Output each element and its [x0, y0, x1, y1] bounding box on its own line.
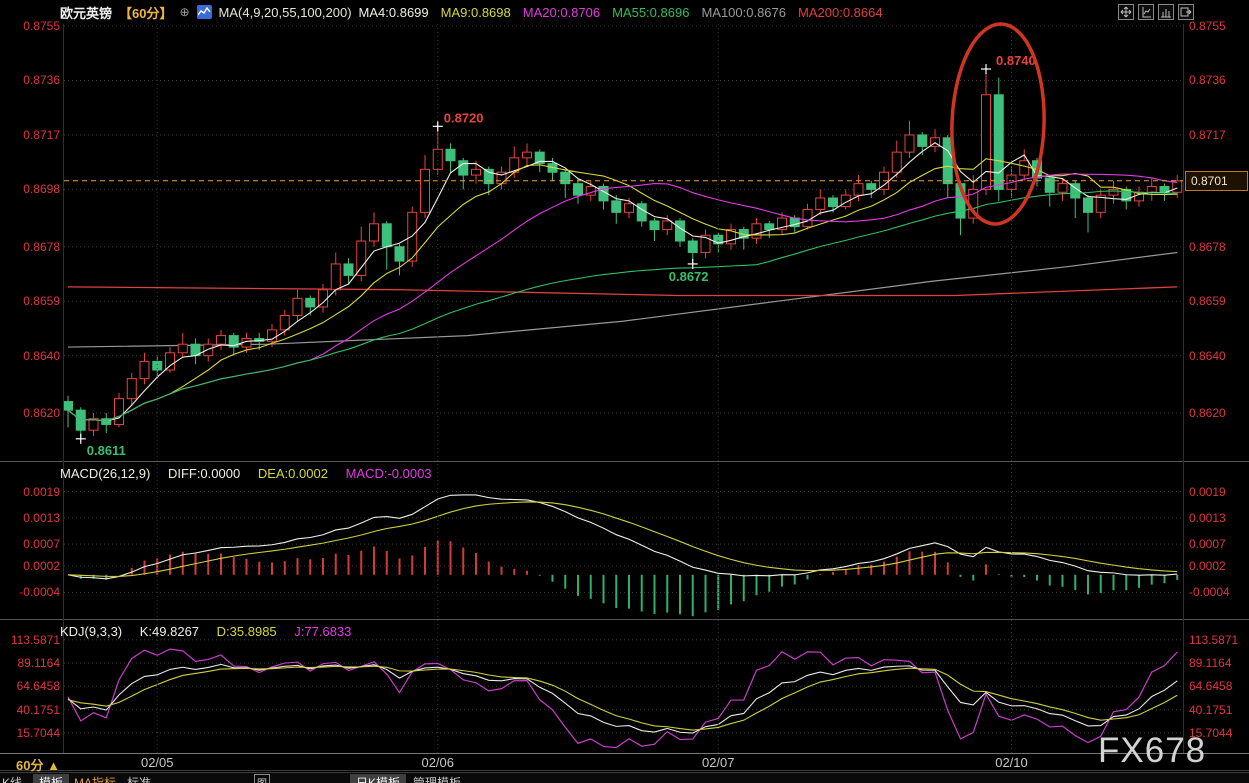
macd-title[interactable]: MACD(26,12,9) — [60, 466, 150, 481]
period-arrow-icon: ▲ — [47, 758, 60, 773]
svg-text:0.8672: 0.8672 — [669, 269, 709, 284]
x-axis-date-label: 02/06 — [421, 755, 454, 770]
y-axis-tick: 64.6458 — [2, 679, 60, 693]
y-axis-tick: -0.0004 — [1189, 585, 1247, 599]
y-axis-scale-icon[interactable] — [1138, 4, 1154, 20]
macd-macd-value: MACD:-0.0003 — [346, 466, 432, 481]
macd-header: MACD(26,12,9) DIFF:0.0000 DEA:0.0002 MAC… — [60, 466, 446, 481]
bottom-toolbar-item[interactable]: 模板 — [33, 774, 69, 783]
y-axis-tick: 15.7044 — [1189, 726, 1247, 740]
x-axis-date-label: 02/10 — [995, 755, 1028, 770]
svg-text:0.8611: 0.8611 — [87, 443, 126, 458]
y-axis-tick: 0.8717 — [2, 128, 60, 142]
ma-value-label: MA55:0.8696 — [612, 5, 689, 20]
move-chart-icon[interactable] — [1118, 4, 1134, 20]
y-axis-tick: 113.5871 — [2, 633, 60, 647]
kdj-header: KDJ(9,3,3) K:49.8267 D:35.8985 J:77.6833 — [60, 624, 365, 639]
y-axis-tick: 0.8678 — [2, 240, 60, 254]
y-axis-tick: 0.0002 — [2, 559, 60, 573]
y-axis-tick: 0.8620 — [1189, 406, 1247, 420]
y-axis-tick: 0.0002 — [1189, 559, 1247, 573]
bottom-toolbar[interactable]: K线 模板 MA指标 标准 图 日K模板管理模板 — [0, 772, 1249, 783]
svg-text:0.8740: 0.8740 — [996, 53, 1036, 68]
x-axis: 60分 ▲ 02/05 02/06 02/07 02/10 — [0, 755, 1249, 770]
ma-value-label: MA100:0.8676 — [701, 5, 786, 20]
y-axis-tick: 0.8755 — [1189, 19, 1247, 33]
kdj-k-value: K:49.8267 — [140, 624, 199, 639]
ma-value-label: MA20:0.8706 — [523, 5, 600, 20]
ma-value-label: MA4:0.8699 — [359, 5, 429, 20]
y-axis-tick: 0.0013 — [2, 511, 60, 525]
x-axis-date-label: 02/07 — [702, 755, 735, 770]
y-axis-tick: 0.8640 — [1189, 349, 1247, 363]
y-axis-tick: 0.8659 — [1189, 294, 1247, 308]
symbol-title: 欧元英镑 — [60, 3, 112, 22]
y-axis-tick: -0.0004 — [2, 585, 60, 599]
y-axis-tick: 113.5871 — [1189, 633, 1247, 647]
y-axis-tick: 40.1751 — [2, 703, 60, 717]
chart-type-icon[interactable] — [197, 5, 212, 19]
y-axis-tick: 0.8620 — [2, 406, 60, 420]
y-axis-tick: 0.0007 — [1189, 537, 1247, 551]
y-axis-tick: 0.0007 — [2, 537, 60, 551]
y-axis-tick: 0.0019 — [2, 485, 60, 499]
chart-header: 欧元英镑 【60分】 ⊕ MA(4,9,20,55,100,200) MA4:0… — [60, 3, 895, 21]
y-axis-tick: 0.8755 — [2, 19, 60, 33]
y-axis-tick: 0.8736 — [1189, 73, 1247, 87]
chart-toolbar — [1118, 4, 1194, 20]
y-axis-tick: 0.8717 — [1189, 128, 1247, 142]
period-selector[interactable]: 【60分】 — [119, 3, 172, 22]
y-axis-tick: 0.8678 — [1189, 240, 1247, 254]
current-price-box: 0.8701 — [1185, 171, 1248, 191]
kdj-d-value: D:35.8985 — [217, 624, 277, 639]
bottom-toolbar-item[interactable]: K线 — [2, 774, 22, 783]
y-axis-tick: 40.1751 — [1189, 703, 1247, 717]
bottom-toolbar-item[interactable]: 日K模板 — [350, 774, 406, 783]
x-axis-date-label: 02/05 — [141, 755, 174, 770]
y-axis-tick: 0.8698 — [2, 182, 60, 196]
kdj-j-value: J:77.6833 — [294, 624, 351, 639]
chart-canvas[interactable]: 0.8720 0.8740 0.8672 0.8611 — [0, 0, 1249, 783]
y-axis-tick: 64.6458 — [1189, 679, 1247, 693]
bottom-toolbar-item[interactable]: 标准 — [127, 774, 151, 783]
svg-text:0.8720: 0.8720 — [444, 110, 484, 125]
ma-value-label: MA9:0.8698 — [441, 5, 511, 20]
bottom-toolbar-item[interactable]: MA指标 — [74, 774, 116, 783]
kdj-title[interactable]: KDJ(9,3,3) — [60, 624, 122, 639]
y-axis-tick: 0.8736 — [2, 73, 60, 87]
y-axis-tick: 15.7044 — [2, 726, 60, 740]
y-axis-tick: 89.1164 — [1189, 656, 1247, 670]
x-axis-scale-icon[interactable] — [1158, 4, 1174, 20]
macd-dea-value: DEA:0.0002 — [258, 466, 328, 481]
y-axis-tick: 0.8640 — [2, 349, 60, 363]
bottom-toolbar-item[interactable]: 管理模板 — [413, 774, 461, 783]
pane-collapse-icon[interactable] — [1178, 4, 1194, 20]
period-text: 60分 — [16, 758, 43, 773]
trading-chart-window: 0.8720 0.8740 0.8672 0.8611 欧元英镑 【60分】 ⊕ MA… — [0, 0, 1249, 783]
bottom-toolbar-item[interactable]: 图 — [254, 774, 270, 783]
y-axis-tick: 0.0013 — [1189, 511, 1247, 525]
y-axis-tick: 0.0019 — [1189, 485, 1247, 499]
y-axis-tick: 89.1164 — [2, 656, 60, 670]
macd-diff-value: DIFF:0.0000 — [168, 466, 240, 481]
ma-value-label: MA200:0.8664 — [798, 5, 883, 20]
expand-icon[interactable]: ⊕ — [179, 5, 189, 19]
ma-settings-label[interactable]: MA(4,9,20,55,100,200) — [219, 5, 352, 20]
ma-values: MA4:0.8699 MA9:0.8698 MA20:0.8706 MA55:0.86… — [359, 5, 895, 20]
y-axis-tick: 0.8659 — [2, 294, 60, 308]
